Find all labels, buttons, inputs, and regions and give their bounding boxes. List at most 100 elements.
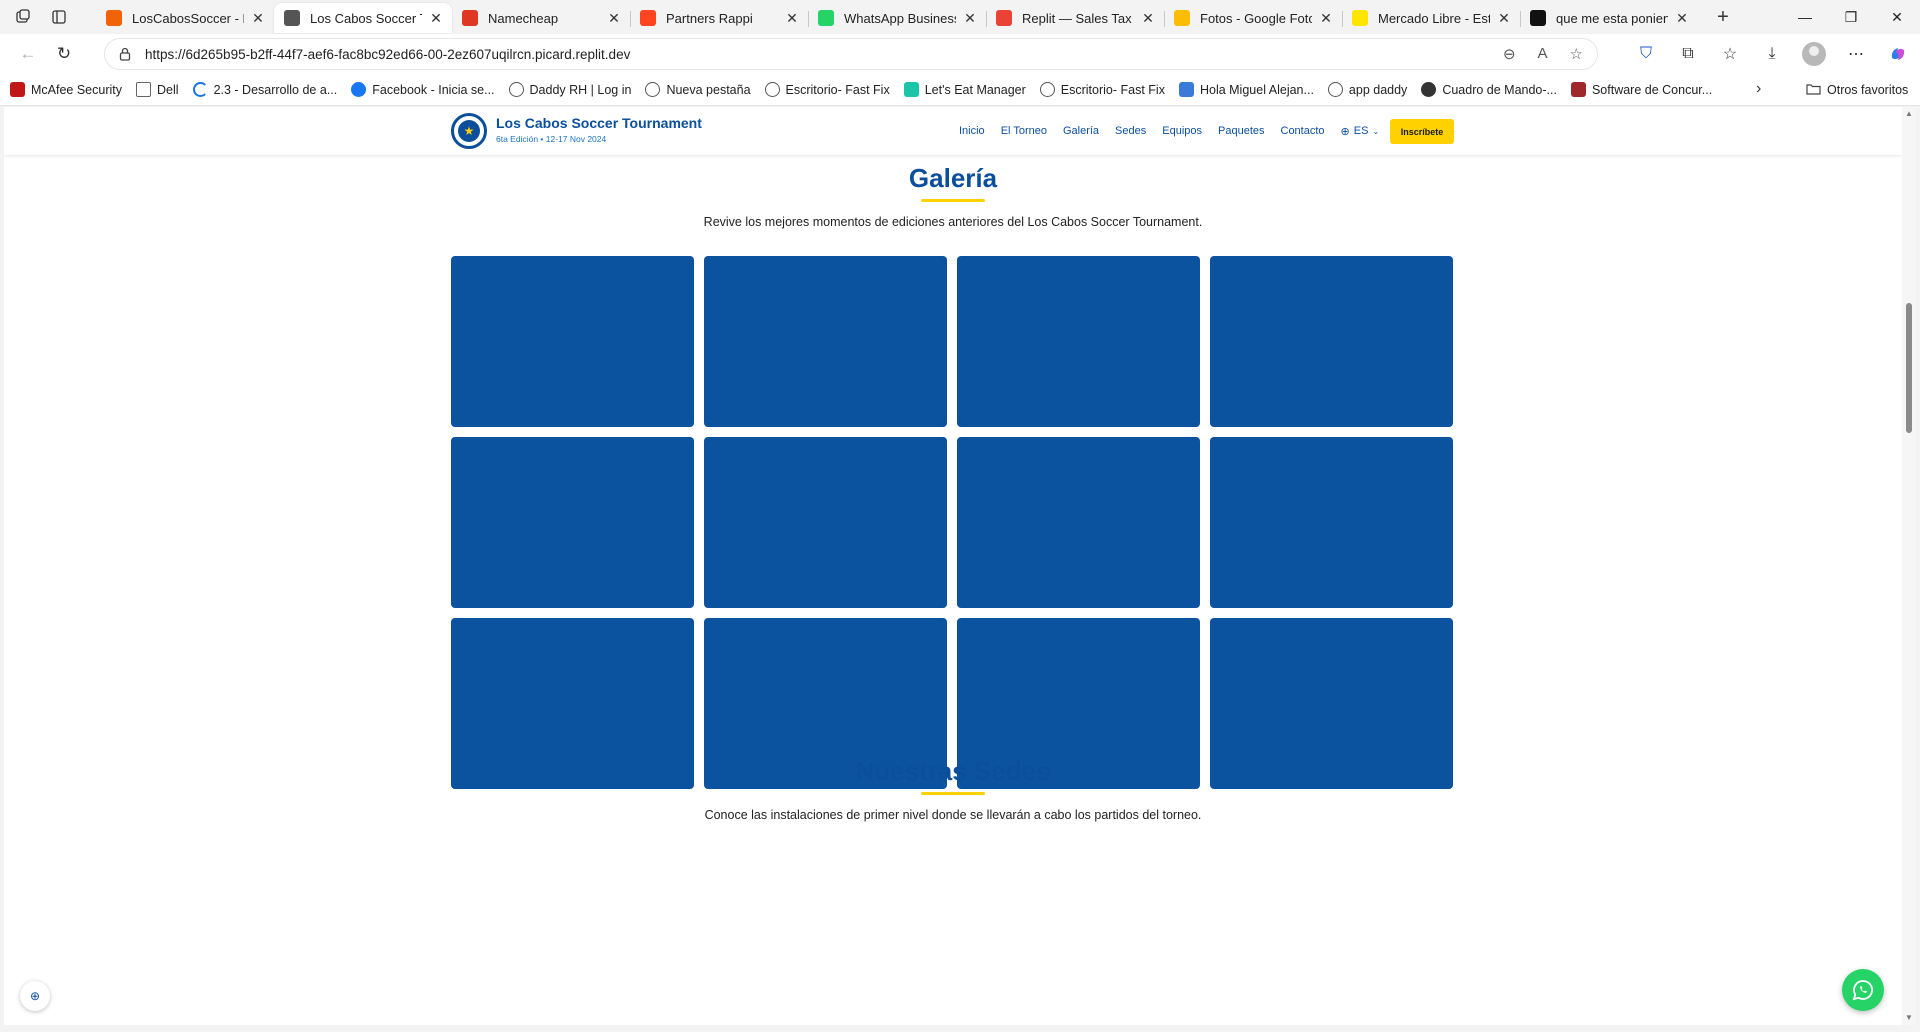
gallery-item[interactable]: [704, 437, 947, 608]
bookmark-item[interactable]: Daddy RH | Log in: [508, 82, 631, 97]
browser-tab[interactable]: LosCabosSoccer - Rep ✕: [96, 3, 274, 33]
gallery-item[interactable]: [451, 256, 694, 427]
browser-tab[interactable]: que me esta poniendo ✕: [1520, 3, 1698, 33]
bookmark-item[interactable]: Cuadro de Mando-...: [1421, 82, 1557, 97]
bookmark-item[interactable]: Escritorio- Fast Fix: [764, 82, 890, 97]
url-text[interactable]: https://6d265b95-b2ff-44f7-aef6-fac8bc92…: [145, 47, 1503, 62]
new-tab-button[interactable]: +: [1706, 2, 1740, 32]
gallery-item[interactable]: [957, 256, 1200, 427]
workspaces-icon[interactable]: [14, 8, 32, 26]
gallery-item[interactable]: [704, 256, 947, 427]
brand[interactable]: Los Cabos Soccer Tournament 6ta Edición …: [496, 115, 702, 144]
bookmark-item[interactable]: app daddy: [1327, 82, 1407, 97]
nav-equipos[interactable]: Equipos: [1162, 125, 1202, 137]
browser-tab[interactable]: Mercado Libre - Estad ✕: [1342, 3, 1520, 33]
tab-title: Fotos - Google Fotos: [1200, 10, 1312, 26]
bookmark-label: Cuadro de Mando-...: [1442, 82, 1557, 97]
shield-extension-icon[interactable]: ⛉: [1632, 40, 1660, 68]
close-icon[interactable]: ✕: [250, 10, 266, 26]
tab-actions-icon[interactable]: [50, 8, 68, 26]
gallery-item[interactable]: [1210, 437, 1453, 608]
back-button[interactable]: ←: [10, 38, 46, 70]
accessibility-button[interactable]: ⊕: [20, 981, 50, 1011]
downloads-icon[interactable]: ⤓: [1758, 40, 1786, 68]
browser-tab[interactable]: Los Cabos Soccer Tour ✕: [274, 3, 452, 33]
close-icon[interactable]: ✕: [1318, 10, 1334, 26]
close-icon[interactable]: ✕: [1140, 10, 1156, 26]
nav-inicio[interactable]: Inicio: [959, 125, 985, 137]
whatsapp-button[interactable]: [1842, 969, 1884, 1011]
bookmark-item[interactable]: Facebook - Inicia se...: [351, 82, 495, 97]
minimize-button[interactable]: —: [1782, 0, 1828, 34]
other-favorites[interactable]: Otros favoritos: [1806, 74, 1908, 106]
gallery-title: Galería: [908, 163, 998, 193]
venues-divider: [921, 792, 985, 795]
gallery-item[interactable]: [451, 437, 694, 608]
nav-galeria[interactable]: Galería: [1063, 125, 1099, 137]
nav-contacto[interactable]: Contacto: [1281, 125, 1325, 137]
close-icon[interactable]: ✕: [962, 10, 978, 26]
favorite-star-icon[interactable]: ☆: [1570, 45, 1583, 63]
read-aloud-icon[interactable]: A: [1538, 45, 1548, 63]
bookmark-item[interactable]: Software de Concur...: [1570, 82, 1712, 97]
tab-title: que me esta poniendo: [1556, 10, 1668, 26]
restore-button[interactable]: ❐: [1828, 0, 1874, 34]
bookmark-label: Escritorio- Fast Fix: [1060, 82, 1165, 97]
site-header: ★ Los Cabos Soccer Tournament 6ta Edició…: [4, 107, 1902, 155]
close-icon[interactable]: ✕: [428, 10, 444, 26]
copilot-icon[interactable]: [1884, 40, 1912, 68]
bookmark-item[interactable]: McAfee Security: [10, 82, 122, 97]
scroll-up-arrow[interactable]: ▲: [1904, 109, 1914, 119]
tab-favicon-icon: [1352, 10, 1368, 26]
globe-icon: [1039, 82, 1055, 97]
gallery-item[interactable]: [957, 437, 1200, 608]
page-scrollbar[interactable]: ▲ ▼: [1902, 107, 1916, 1025]
bookmark-item[interactable]: Nueva pestaña: [645, 82, 751, 97]
scroll-down-arrow[interactable]: ▼: [1904, 1013, 1914, 1023]
gallery-item[interactable]: [1210, 256, 1453, 427]
language-selector[interactable]: ⊕ ES ⌄: [1341, 125, 1380, 138]
page-viewport: ★ Los Cabos Soccer Tournament 6ta Edició…: [4, 107, 1902, 1025]
chart-icon: [1178, 82, 1194, 97]
reload-button[interactable]: ↻: [46, 38, 82, 70]
browser-tab[interactable]: Replit — Sales Tax Col ✕: [986, 3, 1164, 33]
nav-paquetes[interactable]: Paquetes: [1218, 125, 1264, 137]
tab-title: WhatsApp Business: [844, 10, 956, 26]
chevron-right-icon[interactable]: ›: [1756, 80, 1761, 98]
close-window-button[interactable]: ✕: [1874, 0, 1920, 34]
bookmark-item[interactable]: Dell: [136, 82, 179, 97]
bookmark-label: 2.3 - Desarrollo de a...: [213, 82, 338, 97]
omnibox[interactable]: https://6d265b95-b2ff-44f7-aef6-fac8bc92…: [104, 38, 1598, 70]
gallery-description: Revive los mejores momentos de ediciones…: [703, 215, 1203, 229]
bookmark-label: Escritorio- Fast Fix: [785, 82, 890, 97]
close-icon[interactable]: ✕: [784, 10, 800, 26]
brand-subtitle: 6ta Edición • 12-17 Nov 2024: [496, 134, 607, 144]
bookmark-item[interactable]: 2.3 - Desarrollo de a...: [192, 82, 338, 97]
lock-icon[interactable]: [119, 47, 133, 61]
scrollbar-thumb[interactable]: [1906, 303, 1912, 433]
tab-favicon-icon: [1174, 10, 1190, 26]
nav-el-torneo[interactable]: El Torneo: [1001, 125, 1047, 137]
register-button[interactable]: Inscríbete: [1390, 119, 1454, 144]
bookmark-item[interactable]: Hola Miguel Alejan...: [1178, 82, 1314, 97]
close-icon[interactable]: ✕: [1496, 10, 1512, 26]
nav-sedes[interactable]: Sedes: [1115, 125, 1146, 137]
browser-tab[interactable]: Fotos - Google Fotos ✕: [1164, 3, 1342, 33]
globe-icon: [508, 82, 524, 97]
bookmark-item[interactable]: Escritorio- Fast Fix: [1039, 82, 1165, 97]
close-icon[interactable]: ✕: [606, 10, 622, 26]
bookmark-label: Facebook - Inicia se...: [372, 82, 495, 97]
extensions-icon[interactable]: ⧉: [1674, 40, 1702, 68]
site-logo[interactable]: ★: [451, 113, 487, 149]
browser-tab[interactable]: WhatsApp Business ✕: [808, 3, 986, 33]
profile-avatar[interactable]: [1800, 40, 1828, 68]
zoom-icon[interactable]: ⊖: [1503, 45, 1516, 63]
tab-favicon-icon: [106, 10, 122, 26]
more-menu-icon[interactable]: ⋯: [1842, 40, 1870, 68]
browser-tab[interactable]: Namecheap ✕: [452, 3, 630, 33]
tab-title: Replit — Sales Tax Col: [1022, 10, 1134, 26]
browser-tab[interactable]: Partners Rappi ✕: [630, 3, 808, 33]
favorites-icon[interactable]: ☆: [1716, 40, 1744, 68]
bookmark-item[interactable]: Let's Eat Manager: [903, 82, 1026, 97]
close-icon[interactable]: ✕: [1674, 10, 1690, 26]
